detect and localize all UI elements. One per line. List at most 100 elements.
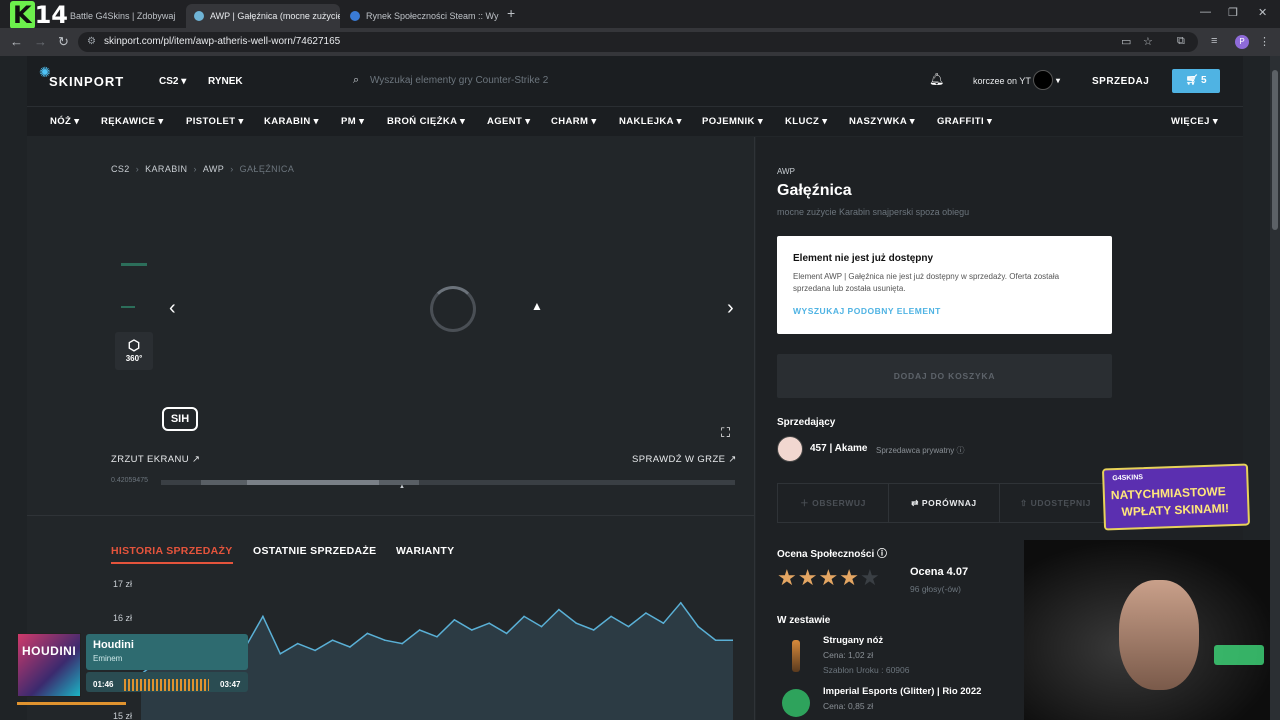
- chart-point[interactable]: [627, 625, 630, 628]
- market-link[interactable]: RYNEK: [208, 76, 243, 87]
- category-graffiti[interactable]: GRAFFITI ▾: [937, 116, 992, 127]
- tab-recent-sales[interactable]: OSTATNIE SPRZEDAŻE: [253, 545, 376, 557]
- chart-point[interactable]: [296, 642, 299, 645]
- share-button[interactable]: ⇧ UDOSTĘPNIJ: [1000, 484, 1111, 522]
- close-icon[interactable]: ✕: [175, 11, 182, 22]
- category-key[interactable]: KLUCZ ▾: [785, 116, 827, 127]
- breadcrumb-awp[interactable]: AWP: [203, 164, 224, 174]
- reading-list-icon[interactable]: ≡: [1211, 35, 1217, 47]
- chart-point[interactable]: [453, 619, 456, 621]
- chart-point[interactable]: [697, 625, 699, 628]
- category-smg[interactable]: PM ▾: [341, 116, 364, 127]
- chart-point[interactable]: [383, 639, 386, 641]
- chart-point[interactable]: [592, 629, 595, 631]
- chart-point[interactable]: [418, 629, 421, 631]
- chart-point[interactable]: [679, 602, 682, 604]
- cart-button[interactable]: 🛒︎ 5: [1172, 69, 1220, 93]
- category-sticker[interactable]: NAKLEJKA ▾: [619, 116, 682, 127]
- category-rifle[interactable]: KARABIN ▾: [264, 116, 319, 127]
- chart-point[interactable]: [366, 632, 369, 635]
- next-arrow-icon[interactable]: ›: [727, 297, 734, 320]
- close-icon[interactable]: ✕: [498, 11, 502, 22]
- bell-icon[interactable]: 🔔︎: [929, 72, 944, 86]
- reload-icon[interactable]: ↻: [58, 34, 69, 50]
- extensions-icon[interactable]: ⧉: [1177, 35, 1185, 48]
- chart-point[interactable]: [505, 632, 508, 635]
- chart-point[interactable]: [314, 649, 316, 652]
- fullscreen-icon[interactable]: ⛶: [721, 425, 730, 441]
- browser-tab-skinport[interactable]: AWP | Gałęźnica (mocne zużycie ✕: [186, 4, 340, 28]
- tab-variants[interactable]: WARIANTY: [396, 545, 454, 557]
- seller-name[interactable]: 457 | Akame: [810, 443, 867, 454]
- category-agent[interactable]: AGENT ▾: [487, 116, 530, 127]
- breadcrumb-rifle[interactable]: KARABIN: [145, 164, 187, 174]
- star-filled-icon[interactable]: ★: [839, 565, 860, 590]
- set-item-name[interactable]: Imperial Esports (Glitter) | Rio 2022: [823, 686, 981, 697]
- new-tab-plus-icon[interactable]: +: [507, 5, 515, 21]
- window-close-icon[interactable]: ✕: [1258, 6, 1267, 19]
- chart-point[interactable]: [662, 622, 665, 624]
- browser-tab-steam[interactable]: Rynek Społeczności Steam :: Wy ✕: [342, 4, 502, 28]
- compare-button[interactable]: ⇄ PORÓWNAJ: [889, 484, 1000, 522]
- chart-point[interactable]: [558, 608, 560, 611]
- bookmark-star-icon[interactable]: ☆: [1143, 35, 1153, 48]
- star-empty-icon[interactable]: ★: [860, 565, 881, 590]
- chevron-down-icon[interactable]: ▾: [1056, 76, 1060, 85]
- chart-point[interactable]: [331, 639, 334, 641]
- forward-arrow-icon[interactable]: →: [34, 34, 47, 49]
- maximize-icon[interactable]: ❐: [1228, 6, 1238, 19]
- category-gloves[interactable]: RĘKAWICE ▾: [101, 116, 164, 127]
- screenshot-link[interactable]: ZRZUT EKRANU ↗: [111, 454, 200, 465]
- prev-arrow-icon[interactable]: ‹: [169, 297, 176, 320]
- chart-point[interactable]: [436, 636, 438, 638]
- item-thumbnail[interactable]: [121, 263, 147, 266]
- category-charm[interactable]: CHARM ▾: [551, 116, 597, 127]
- set-item-name[interactable]: Strugany nóż: [823, 635, 883, 646]
- search-bar[interactable]: ⌕ Wyszukaj elementy gry Counter-Strike 2: [353, 74, 548, 87]
- page-scrollbar[interactable]: [1270, 56, 1280, 720]
- category-pistol[interactable]: PISTOLET ▾: [186, 116, 244, 127]
- tab-sales-history[interactable]: HISTORIA SPRZEDAŻY: [111, 545, 233, 564]
- minimize-icon[interactable]: —: [1200, 6, 1211, 18]
- inspect-in-game-link[interactable]: SPRAWDŹ W GRZE ↗: [632, 454, 737, 465]
- category-heavy[interactable]: BROŃ CIĘŻKA ▾: [387, 116, 465, 127]
- cast-icon[interactable]: ▭: [1121, 35, 1131, 48]
- site-info-icon[interactable]: ⚙: [87, 36, 96, 47]
- menu-dots-icon[interactable]: ⋮: [1259, 35, 1270, 48]
- chart-point[interactable]: [349, 646, 351, 648]
- user-avatar[interactable]: [1033, 70, 1053, 90]
- chart-point[interactable]: [714, 639, 717, 641]
- category-patch[interactable]: NASZYWKA ▾: [849, 116, 915, 127]
- url-field[interactable]: ⚙ skinport.com/pl/item/awp-atheris-well-…: [78, 32, 1198, 52]
- category-more[interactable]: WIĘCEJ ▾: [1171, 116, 1218, 127]
- star-filled-icon[interactable]: ★: [777, 565, 798, 590]
- category-knife[interactable]: NÓŻ ▾: [50, 116, 79, 127]
- add-to-cart-button[interactable]: DODAJ DO KOSZYKA: [777, 354, 1112, 398]
- game-selector[interactable]: CS2 ▾: [159, 76, 186, 87]
- chart-point[interactable]: [523, 615, 525, 618]
- chart-point[interactable]: [540, 625, 543, 628]
- chart-point[interactable]: [575, 622, 578, 624]
- star-filled-icon[interactable]: ★: [818, 565, 839, 590]
- scrollbar-thumb[interactable]: [1272, 70, 1278, 230]
- search-similar-link[interactable]: WYSZUKAJ PODOBNY ELEMENT: [793, 306, 1096, 316]
- chart-point[interactable]: [488, 622, 491, 624]
- category-container[interactable]: POJEMNIK ▾: [702, 116, 763, 127]
- back-arrow-icon[interactable]: ←: [10, 34, 23, 49]
- browser-tab-g4skins[interactable]: Battle G4Skins | Zdobywaj ✕: [62, 4, 182, 28]
- chart-point[interactable]: [645, 612, 647, 614]
- username[interactable]: korczee on YT: [973, 76, 1031, 86]
- chart-point[interactable]: [279, 653, 282, 655]
- breadcrumb-cs2[interactable]: CS2: [111, 164, 130, 174]
- item-thumbnail[interactable]: [121, 306, 135, 308]
- seller-avatar[interactable]: [777, 436, 803, 462]
- skinport-logo[interactable]: SKINPORT: [49, 74, 124, 89]
- follow-button[interactable]: ＋ OBSERWUJ: [778, 484, 889, 522]
- star-filled-icon[interactable]: ★: [798, 565, 819, 590]
- chart-point[interactable]: [610, 615, 612, 618]
- sell-button[interactable]: SPRZEDAJ: [1092, 76, 1149, 87]
- chart-point[interactable]: [262, 615, 264, 618]
- star-rating[interactable]: ★★★★★: [777, 565, 881, 591]
- g4skins-promo-banner[interactable]: G4SKINS NATYCHMIASTOWE WPŁATY SKINAMI!: [1101, 463, 1251, 531]
- search-input[interactable]: Wyszukaj elementy gry Counter-Strike 2: [370, 75, 548, 86]
